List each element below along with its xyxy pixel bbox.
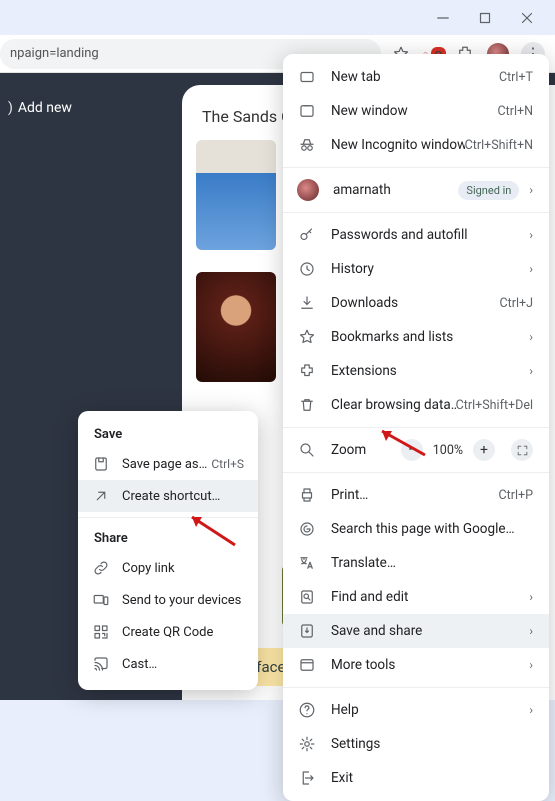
menu-history[interactable]: History› — [283, 252, 549, 286]
google-icon — [297, 519, 317, 539]
zoom-percent: 100% — [431, 443, 465, 458]
key-icon — [297, 225, 317, 245]
menu-search-page[interactable]: Search this page with Google… — [283, 512, 549, 546]
submenu-create-qr[interactable]: Create QR Code — [78, 616, 258, 648]
add-new-button[interactable]: Add new — [8, 100, 72, 116]
chevron-right-icon: › — [529, 262, 533, 276]
menu-translate[interactable]: Translate… — [283, 546, 549, 580]
exit-icon — [297, 768, 317, 788]
minimize-button[interactable] — [429, 4, 457, 32]
menu-clear-data[interactable]: Clear browsing data…Ctrl+Shift+Del — [283, 388, 549, 422]
menu-separator — [283, 472, 549, 473]
gear-icon — [297, 734, 317, 754]
menu-new-tab[interactable]: New tabCtrl+T — [283, 60, 549, 94]
chevron-right-icon: › — [529, 228, 533, 242]
window-titlebar — [0, 0, 555, 35]
menu-find-edit[interactable]: Find and edit› — [283, 580, 549, 614]
incognito-icon — [297, 135, 317, 155]
trash-icon — [297, 395, 317, 415]
menu-passwords[interactable]: Passwords and autofill› — [283, 218, 549, 252]
maximize-button[interactable] — [471, 4, 499, 32]
menu-separator — [283, 167, 549, 168]
profile-avatar-icon — [297, 179, 319, 201]
menu-extensions[interactable]: Extensions› — [283, 354, 549, 388]
puzzle-icon — [297, 361, 317, 381]
menu-save-share[interactable]: Save and share› — [283, 614, 549, 648]
menu-bookmarks[interactable]: Bookmarks and lists› — [283, 320, 549, 354]
menu-help[interactable]: Help› — [283, 693, 549, 727]
tab-icon — [297, 67, 317, 87]
chevron-right-icon: › — [529, 364, 533, 378]
submenu-create-shortcut[interactable]: Create shortcut… — [78, 480, 258, 512]
submenu-heading-share: Share — [78, 523, 258, 552]
thumbnail-image-1[interactable] — [196, 140, 276, 250]
zoom-in-button[interactable]: + — [473, 439, 495, 461]
qr-icon — [92, 623, 110, 641]
submenu-copy-link[interactable]: Copy link — [78, 552, 258, 584]
shortcut-icon — [92, 487, 110, 505]
devices-icon — [92, 591, 110, 609]
menu-separator — [283, 687, 549, 688]
find-icon — [297, 587, 317, 607]
chevron-right-icon: › — [529, 703, 533, 717]
chevron-right-icon: › — [529, 183, 533, 197]
save-share-icon — [297, 621, 317, 641]
submenu-cast[interactable]: Cast… — [78, 648, 258, 680]
help-icon — [297, 700, 317, 720]
submenu-send-devices[interactable]: Send to your devices — [78, 584, 258, 616]
link-icon — [92, 559, 110, 577]
chevron-right-icon: › — [529, 658, 533, 672]
menu-zoom: Zoom − 100% + — [283, 433, 549, 467]
menu-print[interactable]: Print…Ctrl+P — [283, 478, 549, 512]
history-icon — [297, 259, 317, 279]
zoom-out-button[interactable]: − — [401, 439, 423, 461]
menu-exit[interactable]: Exit — [283, 761, 549, 795]
tools-icon — [297, 655, 317, 675]
chrome-main-menu: New tabCtrl+T New windowCtrl+N New Incog… — [283, 54, 549, 801]
submenu-save-page[interactable]: Save page as…Ctrl+S — [78, 448, 258, 480]
menu-new-window[interactable]: New windowCtrl+N — [283, 94, 549, 128]
print-icon — [297, 485, 317, 505]
url-text: npaign=landing — [10, 46, 99, 61]
menu-profile[interactable]: amarnathSigned in› — [283, 173, 549, 207]
menu-settings[interactable]: Settings — [283, 727, 549, 761]
save-icon — [92, 455, 110, 473]
menu-downloads[interactable]: DownloadsCtrl+J — [283, 286, 549, 320]
menu-separator — [78, 517, 258, 518]
close-button[interactable] — [513, 4, 541, 32]
download-icon — [297, 293, 317, 313]
menu-more-tools[interactable]: More tools› — [283, 648, 549, 682]
menu-separator — [283, 427, 549, 428]
window-icon — [297, 101, 317, 121]
fullscreen-button[interactable] — [511, 439, 533, 461]
chevron-right-icon: › — [529, 590, 533, 604]
chevron-right-icon: › — [529, 624, 533, 638]
chevron-right-icon: › — [529, 330, 533, 344]
translate-icon — [297, 553, 317, 573]
zoom-icon — [297, 440, 317, 460]
menu-new-incognito[interactable]: New Incognito windowCtrl+Shift+N — [283, 128, 549, 162]
signed-in-badge: Signed in — [458, 181, 519, 200]
cast-icon — [92, 655, 110, 673]
save-share-submenu: Save Save page as…Ctrl+S Create shortcut… — [78, 411, 258, 690]
menu-separator — [283, 212, 549, 213]
star-icon — [297, 327, 317, 347]
submenu-heading-save: Save — [78, 419, 258, 448]
thumbnail-image-2[interactable] — [196, 272, 276, 382]
